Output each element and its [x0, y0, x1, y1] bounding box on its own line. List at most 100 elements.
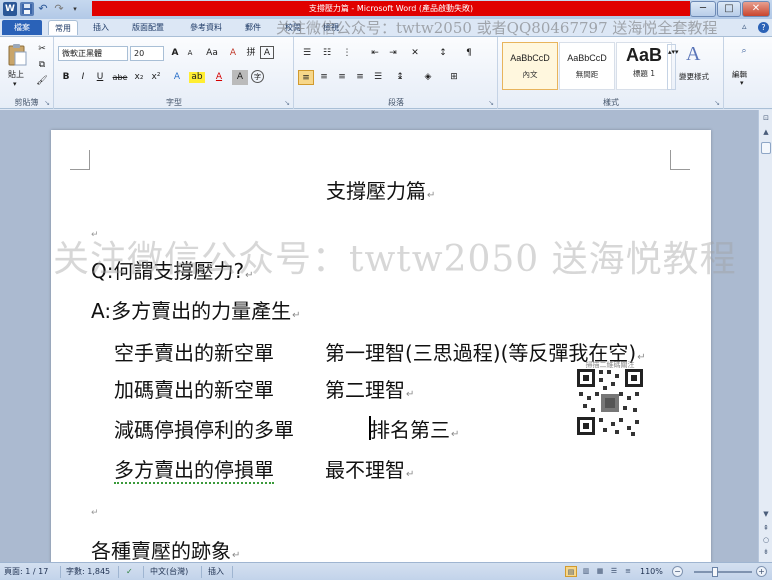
list-item[interactable]: 最不理智↵: [325, 457, 414, 488]
language[interactable]: 中文(台灣): [150, 566, 188, 578]
document-title[interactable]: 支撐壓力篇↵: [326, 178, 435, 209]
subscript-button[interactable]: x₂: [131, 70, 147, 85]
zoom-out-button[interactable]: −: [672, 566, 683, 577]
list-item[interactable]: 第二理智↵: [325, 377, 414, 408]
numbering-icon[interactable]: ☷: [319, 46, 335, 61]
italic-button[interactable]: I: [75, 70, 91, 85]
outline-view-icon[interactable]: ☰: [608, 566, 620, 577]
scroll-up-icon[interactable]: ▲: [760, 126, 772, 138]
underline-button[interactable]: U: [92, 70, 108, 85]
justify-button[interactable]: ≡: [352, 70, 368, 85]
change-case-icon[interactable]: Aa: [204, 46, 220, 61]
zoom-in-button[interactable]: +: [756, 566, 767, 577]
scroll-down-icon[interactable]: ▼: [760, 508, 772, 520]
proofing-icon[interactable]: ✓: [126, 566, 133, 578]
show-formatting-marks-icon[interactable]: ¶: [461, 46, 477, 61]
clipboard-launcher-icon[interactable]: ↘: [44, 99, 50, 107]
format-painter-icon[interactable]: 🖌: [34, 74, 50, 89]
align-right-button[interactable]: ≡: [334, 70, 350, 85]
grow-font-icon[interactable]: A: [167, 46, 183, 61]
increase-indent-icon[interactable]: ⇥: [385, 46, 401, 61]
paste-button[interactable]: 貼上: [8, 69, 24, 80]
bullets-icon[interactable]: ☰: [299, 46, 315, 61]
next-page-icon[interactable]: ⇟: [760, 546, 772, 558]
zoom-level[interactable]: 110%: [640, 566, 663, 578]
answer-line[interactable]: A:多方賣出的力量產生↵: [91, 298, 300, 329]
help-icon[interactable]: ?: [758, 22, 769, 33]
font-launcher-icon[interactable]: ↘: [284, 99, 290, 107]
zoom-slider[interactable]: [694, 571, 752, 573]
maximize-button[interactable]: □: [717, 1, 741, 17]
save-icon[interactable]: [20, 2, 34, 16]
draft-view-icon[interactable]: ≡: [622, 566, 634, 577]
cut-icon[interactable]: ✂: [34, 42, 50, 57]
document-page[interactable]: 支撐壓力篇↵ ↵ Q:何謂支撐壓力?↵ A:多方賣出的力量產生↵ 空手賣出的新空…: [51, 130, 711, 562]
phonetic-guide-icon[interactable]: 拼: [243, 46, 259, 61]
paste-dropdown-icon[interactable]: ▾: [13, 80, 17, 88]
strikethrough-button[interactable]: abe: [110, 70, 130, 85]
shading-icon[interactable]: ◈: [420, 70, 436, 85]
close-button[interactable]: ✕: [742, 1, 770, 17]
character-border-icon[interactable]: A: [260, 46, 274, 59]
change-styles-button[interactable]: 變更樣式: [679, 71, 709, 82]
font-name-dropdown[interactable]: 微軟正黑體: [58, 46, 128, 61]
tab-view[interactable]: 檢視: [318, 20, 344, 35]
question-line[interactable]: Q:何謂支撐壓力?↵: [91, 258, 254, 289]
tab-references[interactable]: 參考資料: [184, 20, 228, 35]
tab-review[interactable]: 校閱: [280, 20, 306, 35]
list-item[interactable]: 排名第三↵: [370, 417, 459, 448]
sort-icon[interactable]: ↕: [435, 46, 451, 61]
bold-button[interactable]: B: [58, 70, 74, 85]
highlight-button[interactable]: ab: [189, 72, 205, 83]
section-heading[interactable]: 各種賣壓的跡象↵: [91, 538, 240, 562]
find-icon[interactable]: ⌕: [736, 44, 752, 59]
styles-launcher-icon[interactable]: ↘: [714, 99, 720, 107]
word-app-icon[interactable]: W: [3, 2, 17, 16]
minimize-button[interactable]: ─: [690, 1, 716, 17]
ruler-toggle-icon[interactable]: ⊡: [760, 112, 772, 124]
change-styles-icon[interactable]: A: [686, 43, 700, 66]
list-item[interactable]: 加碼賣出的新空單: [114, 377, 274, 403]
customize-quick-access-icon[interactable]: ▾: [68, 2, 82, 16]
paragraph-launcher-icon[interactable]: ↘: [488, 99, 494, 107]
word-count[interactable]: 字數: 1,845: [66, 566, 110, 578]
list-item[interactable]: 空手賣出的新空單: [114, 340, 274, 366]
previous-page-icon[interactable]: ⇞: [760, 522, 772, 534]
style-heading-1[interactable]: AaB 標題 1: [616, 42, 672, 90]
ribbon-minimize-icon[interactable]: ▵: [742, 22, 747, 32]
shrink-font-icon[interactable]: A: [182, 46, 198, 61]
font-color-button[interactable]: A: [211, 70, 227, 85]
enclose-characters-button[interactable]: 字: [251, 70, 264, 83]
align-left-button[interactable]: ≡: [298, 70, 314, 85]
vertical-scrollbar[interactable]: ⊡ ▲ ▼ ⇞ ○ ⇟: [758, 110, 772, 562]
scroll-thumb[interactable]: [761, 142, 771, 154]
styles-gallery-scroll-icon[interactable]: ▴▾▾: [667, 44, 679, 90]
font-size-dropdown[interactable]: 20: [130, 46, 164, 61]
page-count[interactable]: 頁面: 1 / 17: [4, 566, 48, 578]
decrease-indent-icon[interactable]: ⇤: [367, 46, 383, 61]
paste-icon[interactable]: [7, 43, 27, 67]
tab-mailings[interactable]: 郵件: [240, 20, 266, 35]
tab-insert[interactable]: 插入: [88, 20, 114, 35]
browse-object-icon[interactable]: ○: [760, 534, 772, 546]
tab-file[interactable]: 檔案: [2, 20, 42, 35]
align-center-button[interactable]: ≡: [316, 70, 332, 85]
zoom-slider-thumb[interactable]: [712, 567, 718, 577]
style-normal[interactable]: AaBbCcD 內文: [502, 42, 558, 90]
borders-icon[interactable]: ⊞: [446, 70, 462, 85]
distributed-button[interactable]: ☰: [370, 70, 386, 85]
superscript-button[interactable]: x²: [148, 70, 164, 85]
line-spacing-icon[interactable]: ↨: [392, 70, 408, 85]
character-shading-button[interactable]: A: [232, 70, 248, 85]
editing-dropdown-icon[interactable]: ▾: [740, 79, 744, 87]
full-screen-reading-icon[interactable]: ▥: [580, 566, 592, 577]
list-item[interactable]: 多方賣出的停損單: [114, 457, 274, 484]
insert-mode[interactable]: 插入: [208, 566, 224, 578]
list-item[interactable]: 減碼停損停利的多單: [114, 417, 294, 443]
tab-home[interactable]: 常用: [48, 20, 78, 35]
redo-icon[interactable]: ↷: [52, 2, 66, 16]
clear-formatting-icon[interactable]: A: [225, 46, 241, 61]
tab-page-layout[interactable]: 版面配置: [126, 20, 170, 35]
web-layout-icon[interactable]: ▦: [594, 566, 606, 577]
multilevel-list-icon[interactable]: ⋮: [339, 46, 355, 61]
